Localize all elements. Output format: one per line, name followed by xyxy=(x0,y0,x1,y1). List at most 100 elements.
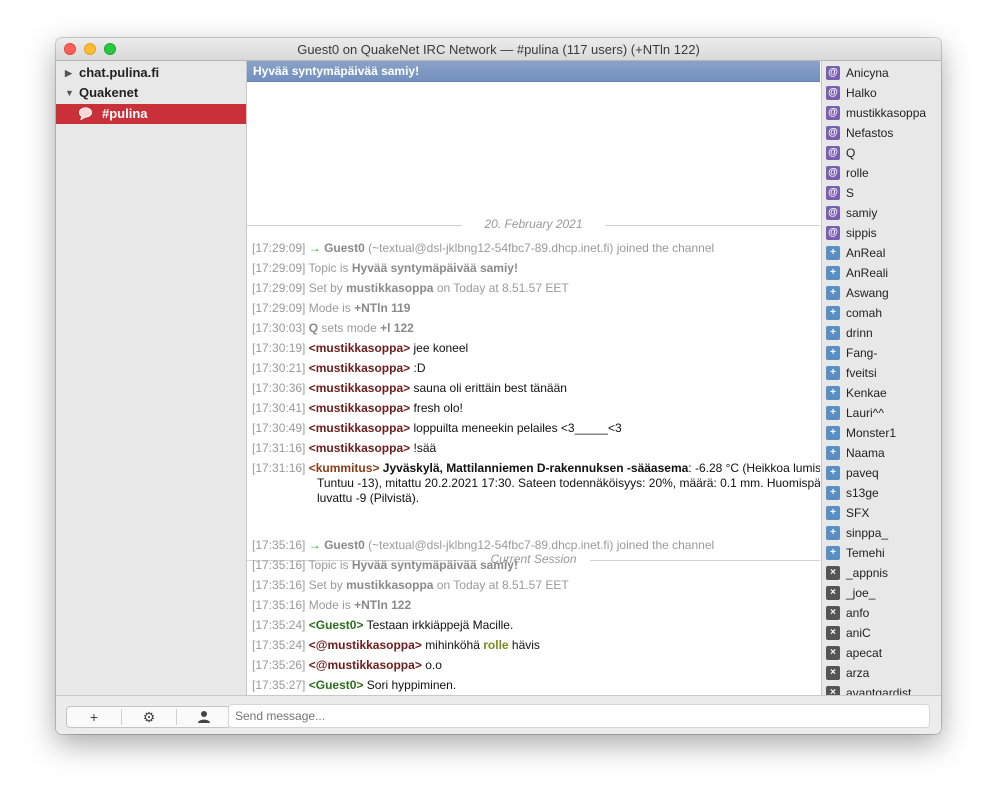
message-line: [17:35:16] Mode is +NTln 122 xyxy=(252,598,814,613)
user-list-item[interactable]: + Naama xyxy=(822,443,941,463)
user-list-item[interactable]: + Kenkae xyxy=(822,383,941,403)
message-line: [17:31:16] <mustikkasoppa> !sää xyxy=(252,441,814,456)
sidebar-server-chat-pulina[interactable]: ▶ chat.pulina.fi xyxy=(56,63,246,83)
user-nick: sinppa_ xyxy=(846,526,889,540)
user-list-item[interactable]: @ S xyxy=(822,183,941,203)
nick[interactable]: mustikkasoppa xyxy=(316,381,403,395)
message-nick[interactable]: <mustikkasoppa> xyxy=(309,401,410,415)
nick[interactable]: Guest0 xyxy=(324,538,365,552)
server-sidebar: ▶ chat.pulina.fi ▼ Quakenet #pulina xyxy=(56,61,247,695)
event-text: Topic is xyxy=(308,558,349,572)
message-nick[interactable]: <kummitus> xyxy=(309,461,380,475)
nick[interactable]: mustikkasoppa xyxy=(316,421,403,435)
user-list-item[interactable]: × arza xyxy=(822,663,941,683)
message-nick[interactable]: <mustikkasoppa> xyxy=(309,341,410,355)
voice-badge-icon: + xyxy=(826,346,840,360)
nick[interactable]: mustikkasoppa xyxy=(346,578,433,592)
topic-bar[interactable]: Hyvää syntymäpäivää samiy! xyxy=(247,61,820,82)
settings-button[interactable]: ⚙ xyxy=(122,707,176,727)
nick[interactable]: Q xyxy=(309,321,318,335)
user-list-item[interactable]: @ sippis xyxy=(822,223,941,243)
message-nick[interactable]: <mustikkasoppa> xyxy=(309,361,410,375)
user-list-item[interactable]: × anfo xyxy=(822,603,941,623)
timestamp: [17:35:27] xyxy=(252,678,306,692)
message-text: sauna oli erittäin best tänään xyxy=(413,381,567,395)
user-list-item[interactable]: + comah xyxy=(822,303,941,323)
action-button-group: + ⚙ xyxy=(66,706,231,728)
user-nick: Aswang xyxy=(846,286,889,300)
nick[interactable]: @mustikkasoppa xyxy=(316,658,415,672)
user-list-item[interactable]: @ mustikkasoppa xyxy=(822,103,941,123)
user-list-item[interactable]: + Lauri^^ xyxy=(822,403,941,423)
nick[interactable]: mustikkasoppa xyxy=(316,441,403,455)
channel-topic: Hyvää syntymäpäivää samiy! xyxy=(253,64,420,78)
op-badge-icon: @ xyxy=(826,66,840,80)
message-line: [17:35:27] <Guest0> Sori hyppiminen. xyxy=(252,678,814,693)
add-server-button[interactable]: + xyxy=(67,707,121,727)
message-nick[interactable]: <mustikkasoppa> xyxy=(309,421,410,435)
user-list-item[interactable]: + Temehi xyxy=(822,543,941,563)
timestamp: [17:35:24] xyxy=(252,618,306,632)
message-nick[interactable]: <@mustikkasoppa> xyxy=(309,638,422,652)
user-list-item[interactable]: × _joe_ xyxy=(822,583,941,603)
user-list-item[interactable]: + drinn xyxy=(822,323,941,343)
nick[interactable]: kummitus xyxy=(316,461,373,475)
user-list-item[interactable]: × _appnis xyxy=(822,563,941,583)
nick[interactable]: mustikkasoppa xyxy=(316,361,403,375)
message-input[interactable] xyxy=(228,704,930,728)
disclosure-expanded-icon[interactable]: ▼ xyxy=(65,83,74,103)
nick[interactable]: @mustikkasoppa xyxy=(316,638,415,652)
sidebar-server-quakenet[interactable]: ▼ Quakenet xyxy=(56,83,246,103)
no-mode-badge-icon: × xyxy=(826,646,840,660)
message-nick[interactable]: <@mustikkasoppa> xyxy=(309,658,422,672)
sidebar-channel-pulina[interactable]: #pulina xyxy=(56,104,246,124)
user-list-item[interactable]: @ samiy xyxy=(822,203,941,223)
user-list-item[interactable]: @ Anicyna xyxy=(822,63,941,83)
nick[interactable]: mustikkasoppa xyxy=(316,401,403,415)
user-list-item[interactable]: + s13ge xyxy=(822,483,941,503)
user-list[interactable]: @ Anicyna @ Halko @ mustikkasoppa @ Nefastos @ Q @… xyxy=(821,61,941,695)
user-list-item[interactable]: + Aswang xyxy=(822,283,941,303)
date-divider: 20. February 2021 xyxy=(247,216,820,234)
message-nick[interactable]: <Guest0> xyxy=(309,678,364,692)
user-list-item[interactable]: + paveq xyxy=(822,463,941,483)
message-nick[interactable]: <mustikkasoppa> xyxy=(309,441,410,455)
user-list-item[interactable]: + sinppa_ xyxy=(822,523,941,543)
user-list-item[interactable]: @ Q xyxy=(822,143,941,163)
event-text: on Today at 8.51.57 EET xyxy=(436,578,569,592)
message-line: [17:30:41] <mustikkasoppa> fresh olo! xyxy=(252,401,814,416)
user-nick: drinn xyxy=(846,326,873,340)
timestamp: [17:30:49] xyxy=(252,421,306,435)
user-list-item[interactable]: + AnReal xyxy=(822,243,941,263)
message-nick[interactable]: <Guest0> xyxy=(309,618,364,632)
user-list-item[interactable]: + AnReali xyxy=(822,263,941,283)
nick[interactable]: mustikkasoppa xyxy=(346,281,433,295)
user-list-item[interactable]: + fveitsi xyxy=(822,363,941,383)
timestamp: [17:35:16] xyxy=(252,598,306,612)
chat-log[interactable]: Hyvää syntymäpäivää samiy! 20. February … xyxy=(247,61,820,695)
user-list-item[interactable]: + Fang- xyxy=(822,343,941,363)
nick[interactable]: mustikkasoppa xyxy=(316,341,403,355)
user-list-item[interactable]: @ Halko xyxy=(822,83,941,103)
message-line: [17:30:19] <mustikkasoppa> jee koneel xyxy=(252,341,814,356)
nick[interactable]: Guest0 xyxy=(324,241,365,255)
user-list-item[interactable]: @ Nefastos xyxy=(822,123,941,143)
user-button[interactable] xyxy=(177,707,231,727)
join-arrow-icon: → xyxy=(308,538,321,552)
user-list-item[interactable]: @ rolle xyxy=(822,163,941,183)
user-list-item[interactable]: × avantgardist xyxy=(822,683,941,695)
disclosure-collapsed-icon[interactable]: ▶ xyxy=(65,63,72,83)
user-list-item[interactable]: + Monster1 xyxy=(822,423,941,443)
no-mode-badge-icon: × xyxy=(826,586,840,600)
highlighted-nick[interactable]: rolle xyxy=(483,638,508,652)
message-line: [17:35:24] <Guest0> Testaan irkkiäppejä … xyxy=(252,618,814,633)
timestamp: [17:29:09] xyxy=(252,301,306,315)
nick[interactable]: Guest0 xyxy=(316,678,357,692)
nick[interactable]: Guest0 xyxy=(316,618,357,632)
user-list-item[interactable]: × aniC xyxy=(822,623,941,643)
user-nick: rolle xyxy=(846,166,869,180)
message-nick[interactable]: <mustikkasoppa> xyxy=(309,381,410,395)
user-list-item[interactable]: × apecat xyxy=(822,643,941,663)
user-list-item[interactable]: + SFX xyxy=(822,503,941,523)
op-badge-icon: @ xyxy=(826,166,840,180)
